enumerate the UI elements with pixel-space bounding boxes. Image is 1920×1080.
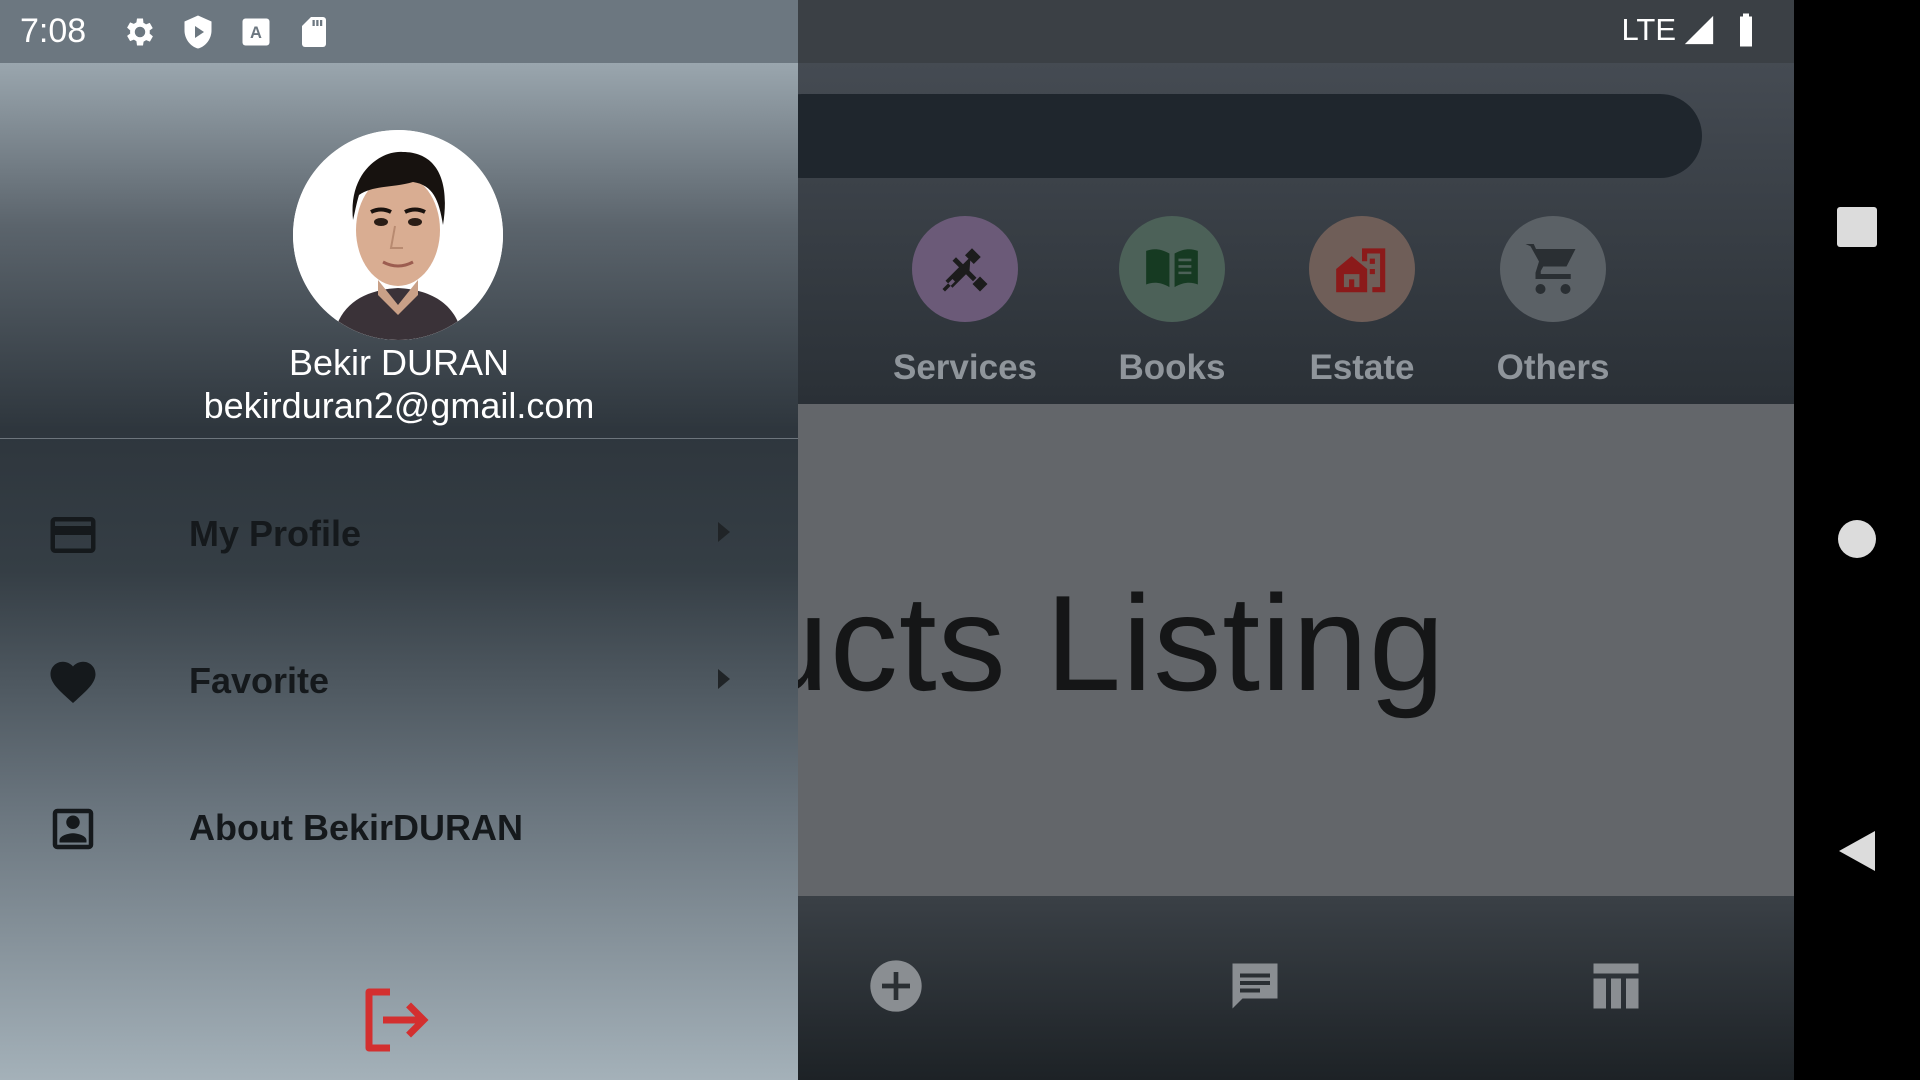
battery-icon xyxy=(1734,12,1764,48)
chat-icon[interactable] xyxy=(1219,950,1291,1022)
category-label: Others xyxy=(1496,348,1610,387)
category-books[interactable]: Books xyxy=(1087,216,1257,388)
logout-button[interactable] xyxy=(355,978,439,1062)
category-estate[interactable]: Estate xyxy=(1277,216,1447,388)
heart-icon xyxy=(46,655,100,709)
network-type: LTE xyxy=(1621,12,1676,47)
recents-icon[interactable] xyxy=(1826,196,1888,258)
keyboard-a-icon: A xyxy=(238,14,274,50)
device-screen: e Services Books Estate Others xyxy=(0,0,1794,1080)
contact-portrait-icon xyxy=(46,802,100,856)
cart-icon xyxy=(1500,216,1606,322)
shield-play-icon xyxy=(180,14,216,50)
category-label: Books xyxy=(1118,348,1226,387)
category-services[interactable]: Services xyxy=(880,216,1050,388)
chevron-right-icon xyxy=(718,669,730,689)
svg-text:A: A xyxy=(250,24,262,42)
category-label: Services xyxy=(892,348,1038,387)
status-bar: 7:08 A LTE xyxy=(0,0,1794,63)
user-email: bekirduran2@gmail.com xyxy=(203,385,595,426)
menu-item-label: My Profile xyxy=(189,513,362,554)
credit-card-icon xyxy=(46,508,100,562)
sd-card-icon xyxy=(296,14,332,50)
category-others[interactable]: Others xyxy=(1468,216,1638,388)
navigation-drawer: Bekir DURAN bekirduran2@gmail.com My Pro… xyxy=(0,63,798,1080)
menu-item-favorite[interactable]: Favorite xyxy=(0,622,798,742)
menu-item-my-profile[interactable]: My Profile xyxy=(0,475,798,595)
estate-icon xyxy=(1309,216,1415,322)
chevron-right-icon xyxy=(718,522,730,542)
drawer-header: Bekir DURAN bekirduran2@gmail.com xyxy=(0,63,798,439)
logout-icon xyxy=(365,988,429,1052)
menu-item-label: About BekirDURAN xyxy=(189,807,524,848)
system-nav-bar xyxy=(1794,0,1920,1080)
menu-item-label: Favorite xyxy=(189,660,330,701)
tools-icon xyxy=(912,216,1018,322)
user-name: Bekir DURAN xyxy=(288,342,510,383)
back-icon[interactable] xyxy=(1826,820,1888,882)
add-circle-icon[interactable] xyxy=(860,950,932,1022)
book-icon xyxy=(1119,216,1225,322)
status-right-group: LTE xyxy=(1621,12,1764,48)
menu-item-about[interactable]: About BekirDURAN xyxy=(0,769,798,889)
search-bar[interactable] xyxy=(760,94,1702,178)
table-icon[interactable] xyxy=(1580,950,1652,1022)
avatar[interactable] xyxy=(293,130,503,340)
home-icon[interactable] xyxy=(1826,508,1888,570)
status-bar-drawer-section xyxy=(0,0,798,63)
settings-icon xyxy=(122,14,158,50)
signal-icon xyxy=(1682,13,1716,47)
category-label: Estate xyxy=(1309,348,1415,387)
status-time: 7:08 xyxy=(20,12,87,50)
